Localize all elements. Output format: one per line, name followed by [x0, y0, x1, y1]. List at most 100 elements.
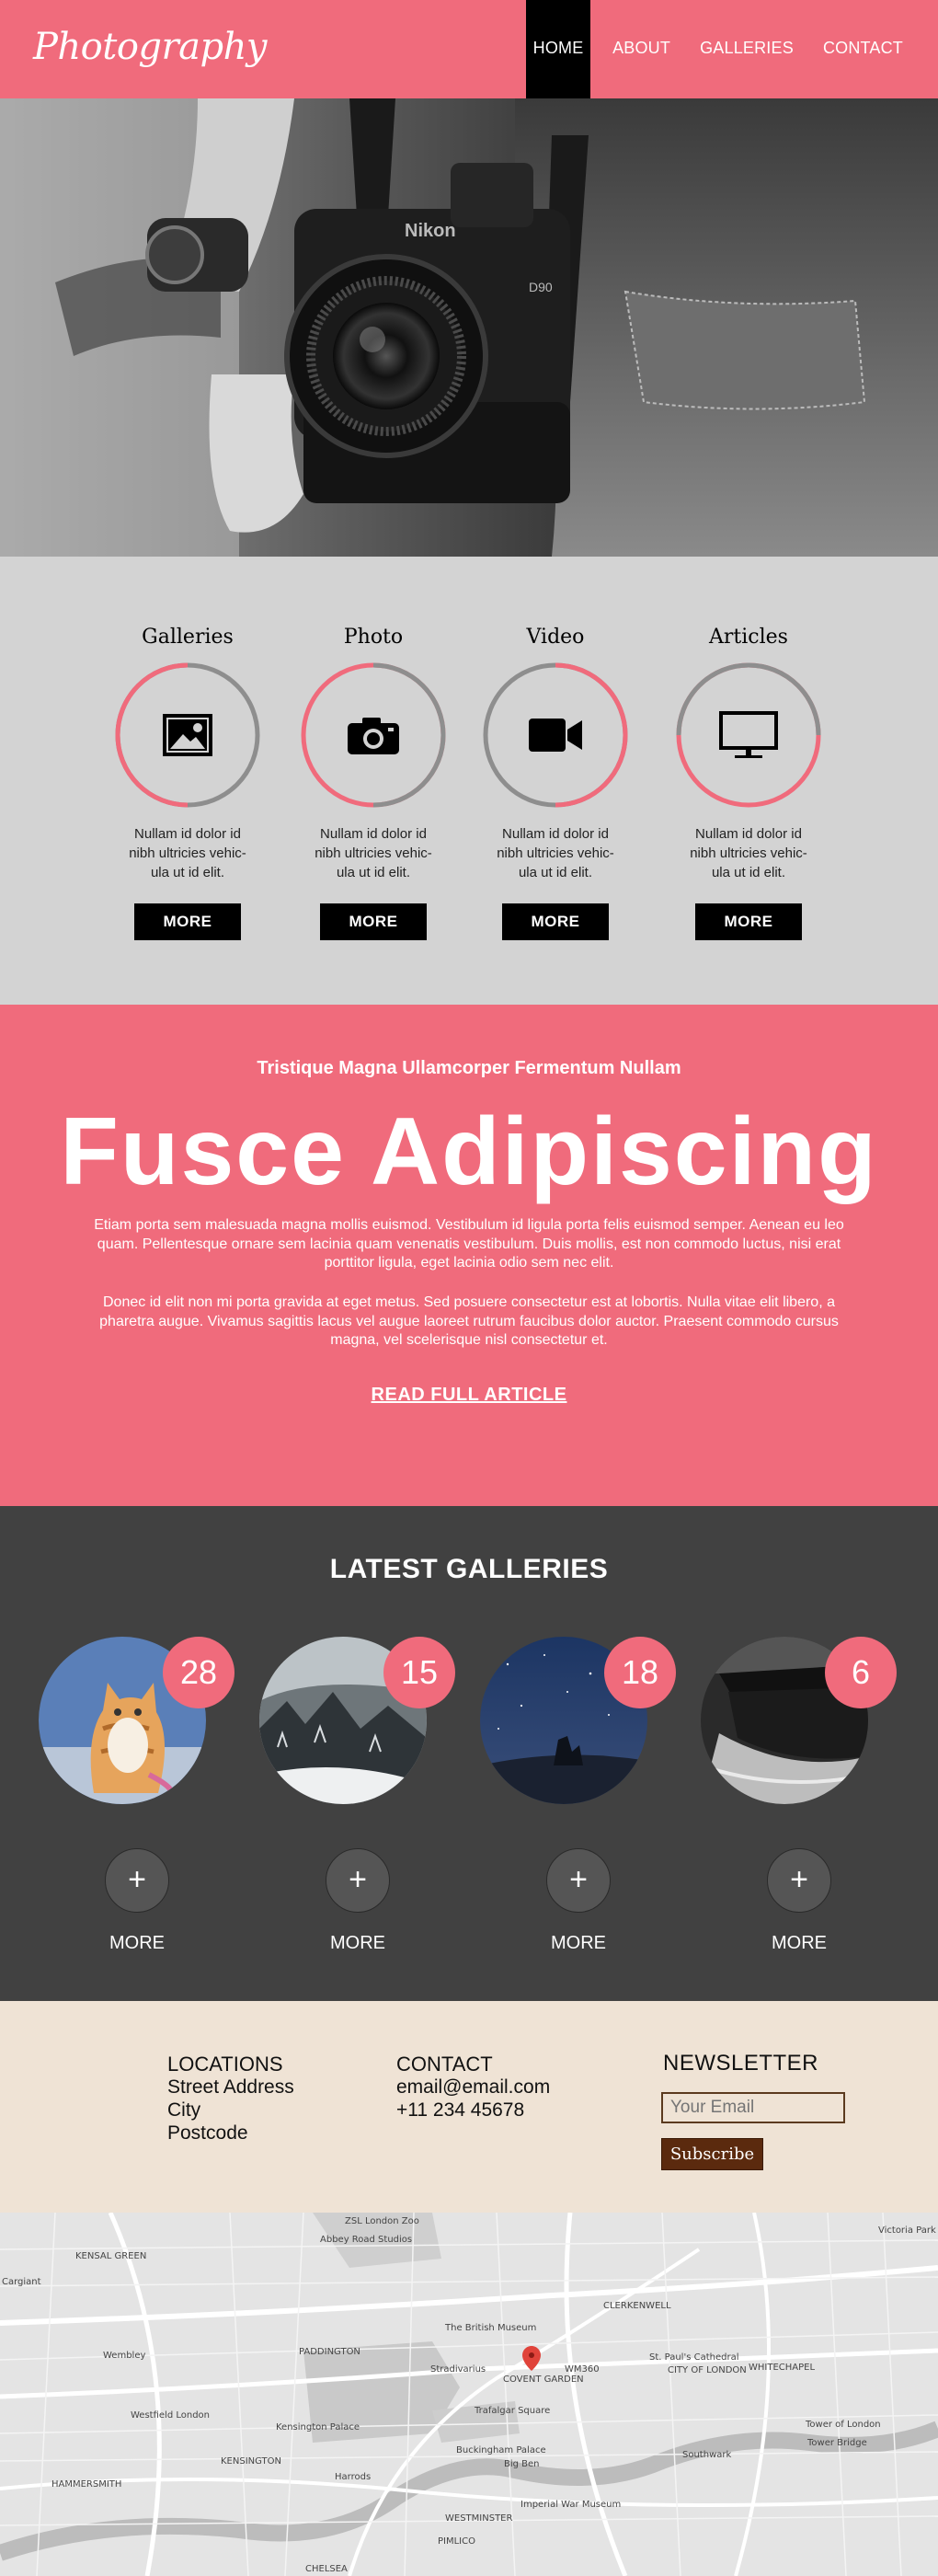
main-nav: HOME ABOUT GALLERIES CONTACT: [526, 0, 918, 110]
read-article-link-text[interactable]: READ FULL ARTICLE: [372, 1385, 567, 1405]
camera-brand-label: Nikon: [405, 221, 456, 241]
map-label: CLERKENWELL: [603, 2301, 671, 2311]
gallery-more-link[interactable]: MORE: [296, 1933, 419, 1954]
map-label: Cargiant: [2, 2277, 41, 2287]
service-more-button[interactable]: MORE: [502, 903, 609, 940]
gallery-plus-button[interactable]: +: [105, 1848, 169, 1913]
map-label: HAMMERSMITH: [51, 2479, 122, 2490]
map-label: Big Ben: [504, 2459, 540, 2469]
article-subtitle: Tristique Magna Ullamcorper Fermentum Nu…: [257, 1058, 681, 1078]
service-more-button[interactable]: MORE: [695, 903, 802, 940]
map-label: WHITECHAPEL: [749, 2363, 816, 2373]
map-label: Victoria Park: [878, 2225, 936, 2236]
map-label: Buckingham Palace: [456, 2445, 546, 2455]
map-label: CITY OF LONDON: [668, 2365, 747, 2375]
location-map[interactable]: ZSL London Zoo Abbey Road Studios Victor…: [0, 2213, 938, 2576]
map-label: Imperial War Museum: [520, 2500, 622, 2510]
service-ring[interactable]: [115, 662, 260, 808]
map-label: The British Museum: [445, 2323, 537, 2333]
gallery-card: 28 + MORE: [39, 1637, 241, 1968]
map-label: Kensington Palace: [276, 2422, 360, 2432]
service-description: Nullam id dolor id nibh ultricies vehic-…: [129, 826, 246, 880]
service-ring[interactable]: [301, 662, 446, 808]
map-label: WESTMINSTER: [445, 2513, 513, 2524]
gallery-more-link[interactable]: MORE: [517, 1933, 640, 1954]
service-photo: Photo Nullam id dolor id nibh ultricies …: [272, 626, 475, 940]
service-more-button[interactable]: MORE: [134, 903, 241, 940]
nav-galleries[interactable]: GALLERIES: [685, 0, 808, 103]
image-icon: [163, 714, 212, 756]
site-header: Photography HOME ABOUT GALLERIES CONTACT: [0, 0, 938, 103]
site-logo[interactable]: Photography: [33, 26, 267, 68]
map-label: Trafalgar Square: [475, 2406, 551, 2416]
map-label: PADDINGTON: [299, 2347, 360, 2357]
gallery-more-link[interactable]: MORE: [75, 1933, 199, 1954]
article-title: Fusce Adipiscing: [60, 1098, 878, 1205]
locations-line: Postcode: [167, 2122, 248, 2144]
locations-title: LOCATIONS: [167, 2053, 283, 2076]
map-label: KENSAL GREEN: [75, 2251, 147, 2261]
locations-line: Street Address: [167, 2076, 294, 2098]
latest-galleries-section: LATEST GALLERIES 28 + MORE 15 + MORE 18 …: [0, 1506, 938, 2001]
map-label: St. Paul's Cathedral: [649, 2352, 739, 2363]
gallery-plus-button[interactable]: +: [546, 1848, 611, 1913]
map-label: Tower of London: [806, 2420, 881, 2430]
map-label: Harrods: [335, 2472, 372, 2482]
gallery-plus-button[interactable]: +: [767, 1848, 831, 1913]
gallery-card: 18 + MORE: [480, 1637, 682, 1968]
map-label: WM360: [565, 2364, 600, 2375]
gallery-card: 6 + MORE: [701, 1637, 903, 1968]
map-label: ZSL London Zoo: [345, 2216, 419, 2226]
service-title: Articles: [709, 626, 788, 649]
gallery-more-link[interactable]: MORE: [738, 1933, 861, 1954]
gallery-count-badge: 28: [163, 1637, 234, 1708]
services-section: Galleries Nullam id dolor id nibh ultric…: [0, 557, 938, 1005]
service-more-button[interactable]: MORE: [320, 903, 427, 940]
service-description: Nullam id dolor id nibh ultricies vehic-…: [315, 826, 432, 880]
service-ring[interactable]: [483, 662, 628, 808]
service-title: Video: [526, 626, 585, 649]
map-label: COVENT GARDEN: [503, 2375, 584, 2385]
map-label: Wembley: [103, 2351, 146, 2361]
site-footer: LOCATIONS Street Address City Postcode C…: [0, 2001, 938, 2213]
gallery-count-badge: 15: [383, 1637, 455, 1708]
locations-block: LOCATIONS Street Address City Postcode: [167, 2053, 294, 2145]
map-label: Southwark: [682, 2450, 732, 2460]
newsletter-title: NEWSLETTER: [663, 2051, 819, 2076]
hero-image: Nikon D90: [0, 98, 938, 557]
service-galleries: Galleries Nullam id dolor id nibh ultric…: [86, 626, 289, 940]
service-ring[interactable]: [676, 662, 821, 808]
nav-home[interactable]: HOME: [526, 0, 591, 103]
service-title: Photo: [343, 626, 404, 649]
gallery-count-badge: 18: [604, 1637, 676, 1708]
galleries-title: LATEST GALLERIES: [329, 1554, 609, 1584]
article-paragraph: Etiam porta sem malesuada magna mollis e…: [94, 1217, 844, 1271]
nav-contact[interactable]: CONTACT: [808, 0, 918, 103]
subscribe-button[interactable]: Subscribe: [661, 2138, 763, 2170]
contact-email[interactable]: email@email.com: [396, 2076, 550, 2099]
newsletter-email-input[interactable]: [661, 2092, 845, 2123]
featured-article: Tristique Magna Ullamcorper Fermentum Nu…: [0, 1005, 938, 1506]
map-label: Tower Bridge: [807, 2438, 867, 2448]
map-label: PIMLICO: [438, 2536, 475, 2547]
service-video: Video Nullam id dolor id nibh ultricies …: [454, 626, 657, 940]
camera-icon: [348, 718, 399, 754]
locations-line: City: [167, 2099, 201, 2121]
service-description: Nullam id dolor id nibh ultricies vehic-…: [690, 826, 807, 880]
article-paragraph: Donec id elit non mi porta gravida at eg…: [99, 1294, 839, 1348]
service-description: Nullam id dolor id nibh ultricies vehic-…: [497, 826, 614, 880]
gallery-count-badge: 6: [825, 1637, 897, 1708]
gallery-plus-button[interactable]: +: [326, 1848, 390, 1913]
service-title: Galleries: [142, 626, 234, 649]
camera-model-label: D90: [529, 280, 553, 294]
monitor-icon: [719, 711, 778, 758]
video-icon: [529, 719, 582, 752]
read-article-link: READ FULL ARTICLE: [0, 1385, 938, 1406]
map-label: Westfield London: [131, 2410, 210, 2421]
contact-phone[interactable]: +11 234 45678: [396, 2099, 550, 2122]
service-articles: Articles Nullam id dolor id nibh ultrici…: [647, 626, 850, 940]
map-label: Stradivarius: [430, 2364, 486, 2375]
contact-block: CONTACT email@email.com +11 234 45678: [396, 2053, 550, 2122]
nav-about[interactable]: ABOUT: [598, 0, 685, 103]
map-label: KENSINGTON: [221, 2456, 281, 2467]
